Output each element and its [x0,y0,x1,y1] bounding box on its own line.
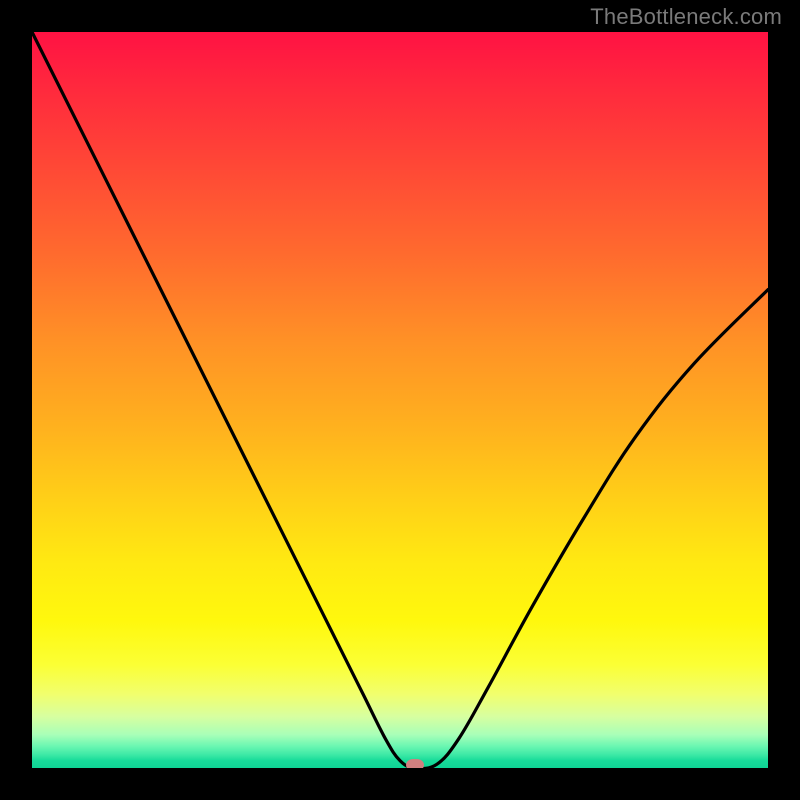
chart-frame: TheBottleneck.com [0,0,800,800]
plot-area [32,32,768,768]
watermark-text: TheBottleneck.com [590,4,782,30]
optimal-point-marker [406,759,424,768]
bottleneck-curve [32,32,768,768]
